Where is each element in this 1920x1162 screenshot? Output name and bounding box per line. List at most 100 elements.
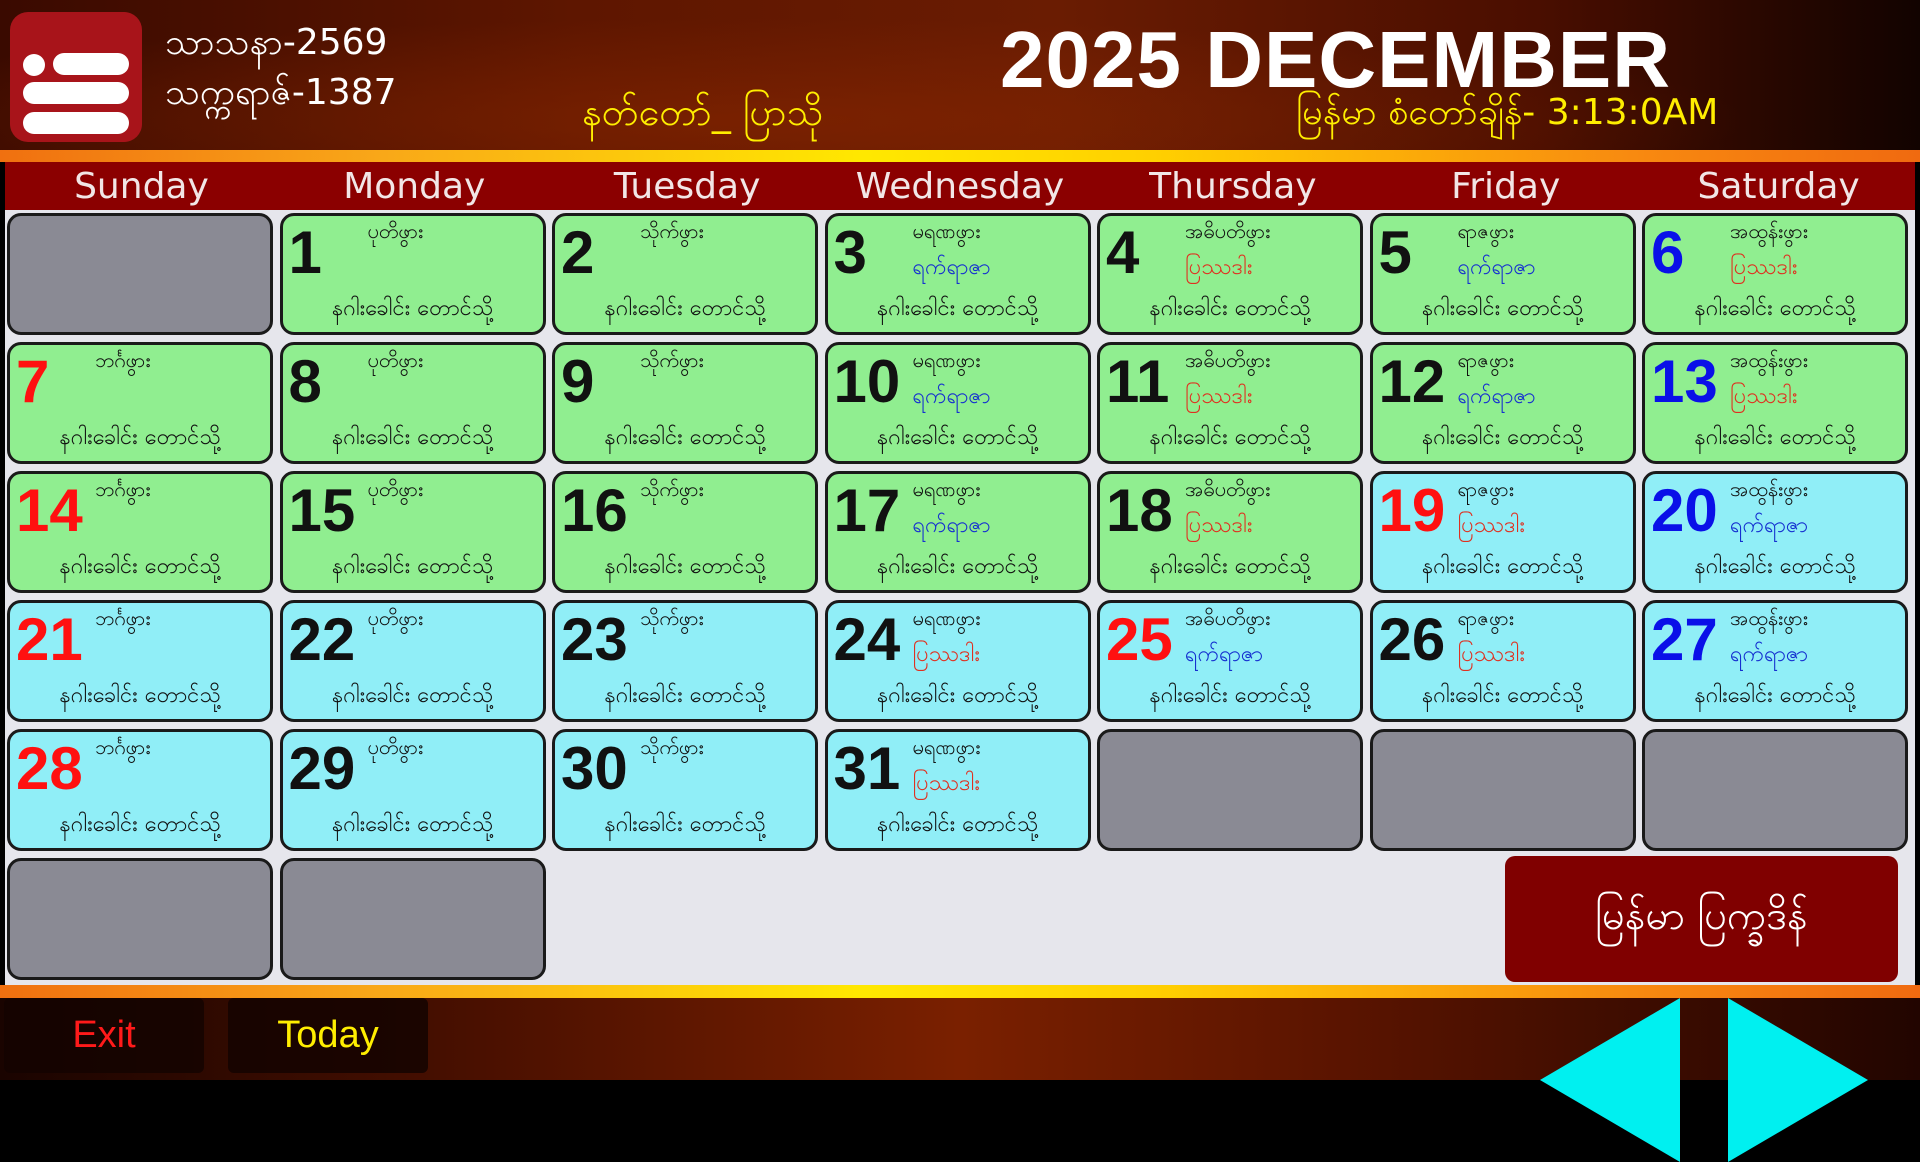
day-cell[interactable]: 1 ပုတိဖွား နဂါးခေါင်း တောင်သို့ — [279, 213, 546, 335]
day-number: 29 — [288, 735, 356, 802]
day-cell[interactable]: 14 ဘင်္ဂဖွား နဂါးခေါင်း တောင်သို့ — [7, 471, 273, 593]
today-button[interactable]: Today — [228, 998, 428, 1073]
day-cell[interactable]: 27 အထွန်းဖွား ရက်ရာဇာ နဂါးခေါင်း တောင်သို့ — [1642, 600, 1908, 722]
inauspicious-day-label: ပြဿဒါး — [1185, 384, 1253, 409]
day-cell[interactable]: 13 အထွန်းဖွား ပြဿဒါး နဂါးခေါင်း တောင်သို့ — [1642, 342, 1908, 464]
day-number: 23 — [561, 606, 628, 673]
weekday-header-row: Sunday Monday Tuesday Wednesday Thursday… — [5, 162, 1915, 210]
day-cell[interactable]: 18 အဓိပတိဖွား ပြဿဒါး နဂါးခေါင်း တောင်သို့ — [1097, 471, 1363, 593]
day-number: 28 — [16, 735, 83, 802]
day-cell[interactable]: 21 ဘင်္ဂဖွား နဂါးခေါင်း တောင်သို့ — [7, 600, 273, 722]
empty-day-cell — [1642, 729, 1908, 851]
day-cell[interactable]: 28 ဘင်္ဂဖွား နဂါးခေါင်း တောင်သို့ — [7, 729, 273, 851]
birth-star-label: အဓိပတိဖွား — [1185, 606, 1271, 630]
day-cell[interactable]: 5 ရာဇဖွား ရက်ရာဇာ နဂါးခေါင်း တောင်သို့ — [1369, 213, 1636, 335]
inauspicious-day-label: ပြဿဒါး — [1730, 384, 1798, 409]
day-cell[interactable]: 20 အထွန်းဖွား ရက်ရာဇာ နဂါးခေါင်း တောင်သို့ — [1642, 471, 1908, 593]
naga-direction-label: နဂါးခေါင်း တောင်သို့ — [1421, 296, 1584, 321]
next-month-button[interactable] — [1728, 998, 1868, 1162]
weekday-wednesday: Wednesday — [855, 166, 1065, 207]
day-number: 24 — [833, 606, 901, 673]
day-number: 11 — [1106, 348, 1170, 415]
birth-star-label: ပုတိဖွား — [367, 735, 424, 759]
day-cell[interactable]: 4 အဓိပတိဖွား ပြဿဒါး နဂါးခေါင်း တောင်သို့ — [1097, 213, 1363, 335]
naga-direction-label: နဂါးခေါင်း တောင်သို့ — [604, 554, 766, 579]
day-number: 22 — [288, 606, 356, 673]
auspicious-day-label: ရက်ရာဇာ — [1730, 513, 1808, 538]
naga-direction-label: နဂါးခေါင်း တောင်သို့ — [59, 683, 221, 708]
day-number: 17 — [833, 477, 901, 544]
day-cell[interactable]: 25 အဓိပတိဖွား ရက်ရာဇာ နဂါးခေါင်း တောင်သို့ — [1097, 600, 1363, 722]
naga-direction-label: နဂါးခေါင်း တောင်သို့ — [604, 683, 766, 708]
naga-direction-label: နဂါးခေါင်း တောင်သို့ — [1149, 425, 1311, 450]
buddhist-era-label: သာသနာ-2569 — [165, 22, 388, 63]
naga-direction-label: နဂါးခေါင်း တောင်သို့ — [1694, 683, 1856, 708]
naga-direction-label: နဂါးခေါင်း တောင်သို့ — [876, 812, 1039, 837]
day-cell[interactable]: 31 မရဏဖွား ပြဿဒါး နဂါးခေါင်း တောင်သို့ — [824, 729, 1091, 851]
myanmar-era-label: သက္ကရာဇ်-1387 — [165, 72, 397, 113]
day-cell[interactable]: 11 အဓိပတိဖွား ပြဿဒါး နဂါးခေါင်း တောင်သို့ — [1097, 342, 1363, 464]
day-cell[interactable]: 10 မရဏဖွား ရက်ရာဇာ နဂါးခေါင်း တောင်သို့ — [824, 342, 1091, 464]
day-cell[interactable]: 3 မရဏဖွား ရက်ရာဇာ နဂါးခေါင်း တောင်သို့ — [824, 213, 1091, 335]
birth-star-label: ရာဇဖွား — [1457, 348, 1514, 372]
previous-month-button[interactable] — [1540, 998, 1680, 1162]
day-number: 4 — [1106, 219, 1140, 286]
birth-star-label: အထွန်းဖွား — [1730, 606, 1808, 630]
weekday-tuesday: Tuesday — [613, 166, 761, 207]
day-number: 2 — [561, 219, 595, 286]
day-cell[interactable]: 16 သိုက်ဖွား နဂါးခေါင်း တောင်သို့ — [552, 471, 818, 593]
day-cell[interactable]: 8 ပုတိဖွား နဂါးခေါင်း တောင်သို့ — [279, 342, 546, 464]
naga-direction-label: နဂါးခေါင်း တောင်သို့ — [1149, 296, 1311, 321]
naga-direction-label: နဂါးခေါင်း တောင်သို့ — [1694, 425, 1856, 450]
naga-direction-label: နဂါးခေါင်း တောင်သို့ — [604, 425, 766, 450]
day-number: 3 — [833, 219, 867, 286]
day-cell[interactable]: 24 မရဏဖွား ပြဿဒါး နဂါးခေါင်း တောင်သို့ — [824, 600, 1091, 722]
naga-direction-label: နဂါးခေါင်း တောင်သို့ — [331, 296, 494, 321]
weekday-friday: Friday — [1451, 166, 1561, 207]
naga-direction-label: နဂါးခေါင်း တောင်သို့ — [876, 554, 1039, 579]
day-number: 30 — [561, 735, 628, 802]
birth-star-label: ပုတိဖွား — [367, 477, 424, 501]
inauspicious-day-label: ပြဿဒါး — [1730, 255, 1798, 280]
app-header: သာသနာ-2569 သက္ကရာဇ်-1387 နတ်တော်_ ပြာသို… — [0, 0, 1920, 150]
day-cell[interactable]: 19 ရာဇဖွား ပြဿဒါး နဂါးခေါင်း တောင်သို့ — [1369, 471, 1636, 593]
exit-button[interactable]: Exit — [4, 998, 204, 1073]
day-number: 13 — [1651, 348, 1718, 415]
birth-star-label: မရဏဖွား — [912, 477, 981, 501]
auspicious-day-label: ရက်ရာဇာ — [1457, 255, 1536, 280]
menu-button[interactable] — [10, 12, 142, 142]
day-cell[interactable]: 2 သိုက်ဖွား နဂါးခေါင်း တောင်သို့ — [552, 213, 818, 335]
day-number: 6 — [1651, 219, 1685, 286]
birth-star-label: သိုက်ဖွား — [640, 219, 704, 243]
naga-direction-label: နဂါးခေါင်း တောင်သို့ — [604, 812, 766, 837]
day-cell[interactable]: 7 ဘင်္ဂဖွား နဂါးခေါင်း တောင်သို့ — [7, 342, 273, 464]
naga-direction-label: နဂါးခေါင်း တောင်သို့ — [331, 812, 494, 837]
calendar-grid: မြန်မာ ပြက္ခဒိန် 1 ပုတိဖွား နဂါးခေါင်း တော… — [5, 210, 1915, 985]
day-cell[interactable]: 17 မရဏဖွား ရက်ရာဇာ နဂါးခေါင်း တောင်သို့ — [824, 471, 1091, 593]
birth-star-label: ဘင်္ဂဖွား — [95, 348, 151, 372]
header-divider — [0, 150, 1920, 162]
empty-day-cell — [1369, 729, 1636, 851]
birth-star-label: ရာဇဖွား — [1457, 477, 1514, 501]
inauspicious-day-label: ပြဿဒါး — [1185, 255, 1253, 280]
day-number: 7 — [16, 348, 50, 415]
day-cell[interactable]: 30 သိုက်ဖွား နဂါးခေါင်း တောင်သို့ — [552, 729, 818, 851]
day-cell[interactable]: 12 ရာဇဖွား ရက်ရာဇာ နဂါးခေါင်း တောင်သို့ — [1369, 342, 1636, 464]
naga-direction-label: နဂါးခေါင်း တောင်သို့ — [59, 554, 221, 579]
day-cell[interactable]: 9 သိုက်ဖွား နဂါးခေါင်း တောင်သို့ — [552, 342, 818, 464]
day-cell[interactable]: 29 ပုတိဖွားနဂါးခေါင်း တောင်သို့ — [279, 729, 546, 851]
inauspicious-day-label: ပြဿဒါး — [912, 771, 980, 796]
auspicious-day-label: ရက်ရာဇာ — [912, 384, 991, 409]
day-cell[interactable]: 6 အထွန်းဖွား ပြဿဒါး နဂါးခေါင်း တောင်သို့ — [1642, 213, 1908, 335]
myanmar-calendar-button[interactable]: မြန်မာ ပြက္ခဒိန် — [1505, 856, 1898, 982]
day-number: 31 — [833, 735, 901, 802]
day-cell[interactable]: 23 သိုက်ဖွား နဂါးခေါင်း တောင်သို့ — [552, 600, 818, 722]
naga-direction-label: နဂါးခေါင်း တောင်သို့ — [331, 425, 494, 450]
auspicious-day-label: ရက်ရာဇာ — [1730, 642, 1808, 667]
birth-star-label: ရာဇဖွား — [1457, 219, 1514, 243]
day-cell[interactable]: 26 ရာဇဖွား ပြဿဒါး နဂါးခေါင်း တောင်သို့ — [1369, 600, 1636, 722]
day-cell[interactable]: 22 ပုတိဖွား နဂါးခေါင်း တောင်သို့ — [279, 600, 546, 722]
footer-divider — [0, 985, 1920, 998]
day-cell[interactable]: 15 ပုတိဖွား နဂါးခေါင်း တောင်သို့ — [279, 471, 546, 593]
inauspicious-day-label: ပြဿဒါး — [912, 642, 980, 667]
